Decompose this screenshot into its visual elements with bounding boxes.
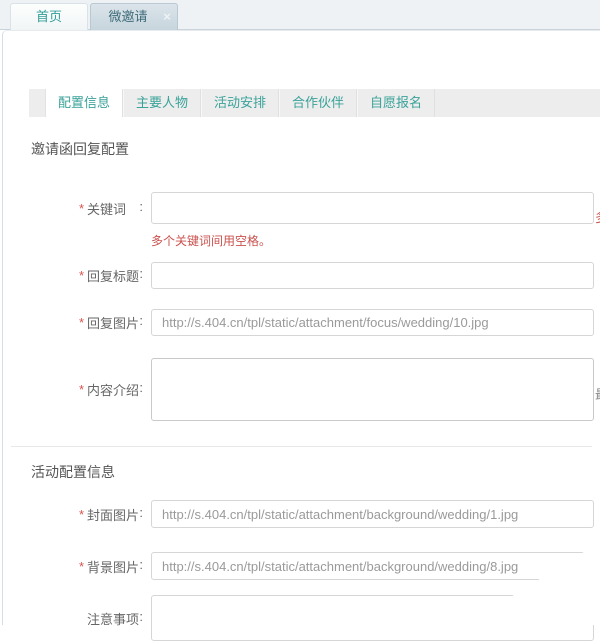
field-label-keyword: 关键词 bbox=[87, 199, 126, 218]
window-tab-home[interactable]: 首页 bbox=[10, 3, 88, 30]
label-colon: : bbox=[139, 505, 143, 524]
label-colon: : bbox=[139, 199, 143, 218]
form-row-content-intro: * 内容介绍 : bbox=[3, 358, 600, 421]
required-marker: * bbox=[79, 268, 87, 283]
label-colon: : bbox=[139, 557, 143, 576]
window-tab-weiyaoqing[interactable]: 微邀请 × bbox=[90, 3, 178, 30]
required-marker: * bbox=[79, 201, 87, 216]
keyword-input[interactable] bbox=[151, 192, 594, 224]
section-divider bbox=[11, 446, 592, 447]
content-panel: 配置信息 主要人物 活动安排 合作伙伴 自愿报名 邀请函回复配置 * 关键词 :… bbox=[2, 30, 600, 625]
tab-voluntary-signup[interactable]: 自愿报名 bbox=[357, 89, 435, 117]
field-label-background-image: 背景图片 bbox=[87, 557, 139, 576]
content-intro-textarea[interactable] bbox=[151, 358, 594, 421]
section-title-reply-config: 邀请函回复配置 bbox=[31, 139, 129, 159]
clipped-hint-fragment: 多 bbox=[595, 207, 600, 226]
tab-bar-spacer bbox=[29, 89, 45, 117]
tab-main-people[interactable]: 主要人物 bbox=[123, 89, 201, 117]
clipped-hint-fragment: 最 bbox=[595, 384, 600, 403]
field-label-reply-image: 回复图片 bbox=[87, 313, 139, 332]
required-marker: * bbox=[79, 507, 87, 522]
form-row-cover-image: * 封面图片 : bbox=[3, 500, 600, 528]
form-row-reply-title: * 回复标题 : bbox=[3, 262, 600, 289]
reply-title-input[interactable] bbox=[151, 262, 594, 289]
keyword-hint-text: 多个关键词间用空格。 bbox=[151, 232, 271, 249]
field-label-reply-title: 回复标题 bbox=[87, 266, 139, 285]
window-tab-label: 微邀请 bbox=[108, 4, 159, 30]
field-label-content-intro: 内容介绍 bbox=[87, 380, 139, 399]
window-tab-strip: 首页 微邀请 × bbox=[0, 0, 600, 30]
form-row-keyword: * 关键词 : bbox=[3, 192, 600, 224]
required-marker: * bbox=[79, 315, 87, 330]
form-row-background-image: * 背景图片 : bbox=[3, 552, 600, 580]
required-marker: * bbox=[79, 559, 87, 574]
close-icon[interactable]: × bbox=[160, 4, 174, 30]
tab-partners[interactable]: 合作伙伴 bbox=[279, 89, 357, 117]
form-row-reply-image: * 回复图片 : bbox=[3, 309, 600, 336]
section-title-activity-config: 活动配置信息 bbox=[31, 462, 115, 482]
label-colon: : bbox=[139, 313, 143, 332]
required-marker: * bbox=[79, 382, 87, 397]
tab-activity-schedule[interactable]: 活动安排 bbox=[201, 89, 279, 117]
label-colon: : bbox=[139, 380, 143, 399]
label-colon: : bbox=[139, 266, 143, 285]
module-tab-bar: 配置信息 主要人物 活动安排 合作伙伴 自愿报名 bbox=[29, 89, 600, 117]
cover-image-url-input[interactable] bbox=[151, 500, 594, 528]
tab-config-info[interactable]: 配置信息 bbox=[45, 89, 123, 117]
reply-image-url-input[interactable] bbox=[151, 309, 594, 336]
field-label-cover-image: 封面图片 bbox=[87, 505, 139, 524]
background-image-url-input[interactable] bbox=[151, 552, 594, 580]
